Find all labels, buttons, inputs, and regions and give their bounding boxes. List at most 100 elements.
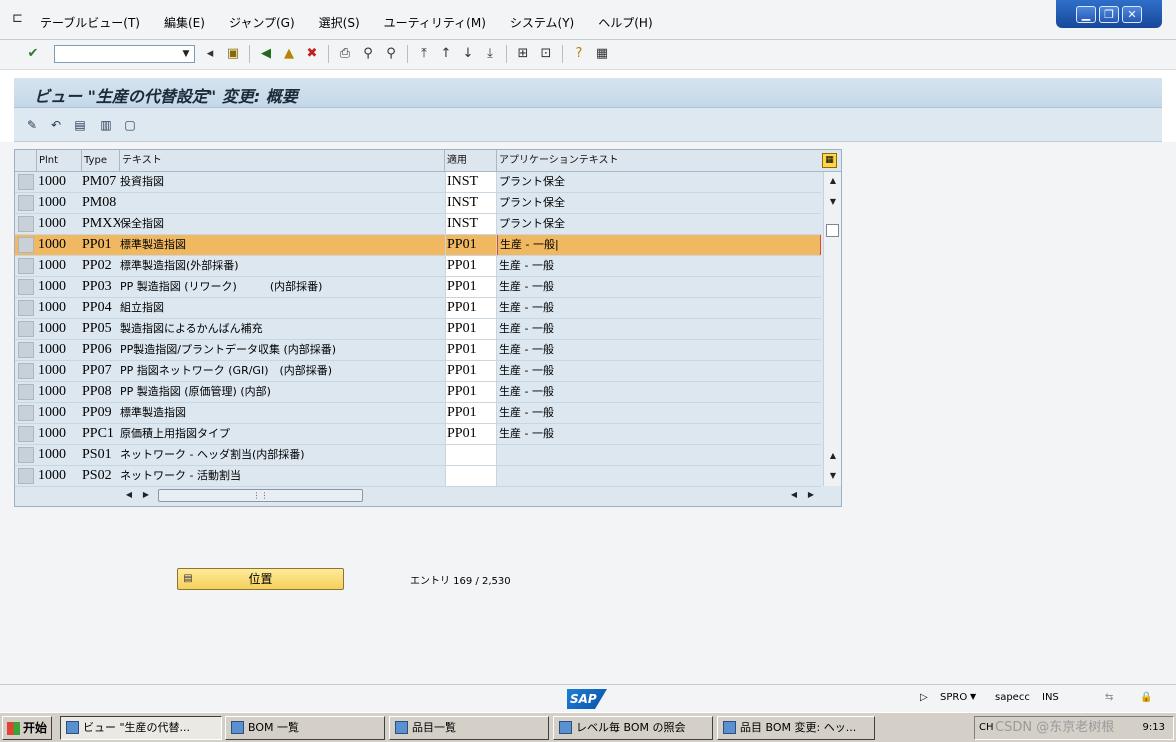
row-selector[interactable] <box>18 216 34 232</box>
start-button[interactable]: 开始 <box>2 716 52 740</box>
create-session-icon[interactable]: ⊞ <box>514 45 532 63</box>
display-change-icon[interactable]: ✎ <box>24 117 40 133</box>
menu-system[interactable]: システム(Y) <box>510 14 574 31</box>
row-selector[interactable] <box>18 258 34 274</box>
scroll-left-icon[interactable]: ◀ <box>123 489 135 501</box>
undo-icon[interactable]: ↶ <box>48 117 64 133</box>
task-multilevel-bom[interactable]: レベル毎 BOM の照会 <box>553 716 713 740</box>
menu-select[interactable]: 選択(S) <box>319 14 360 31</box>
table-row[interactable]: 1000 PP07 PP 指図ネットワーク (GR/GI) (内部採番) PP01 生産… <box>15 361 821 382</box>
cancel-icon[interactable]: ✖ <box>303 45 321 63</box>
table-settings-icon[interactable]: ▦ <box>822 153 837 168</box>
cell-application[interactable]: PP01 <box>445 361 497 381</box>
select-all-header[interactable] <box>15 150 37 172</box>
customize-layout-icon[interactable]: ▦ <box>593 45 611 63</box>
row-selector[interactable] <box>18 405 34 421</box>
menu-utilities[interactable]: ユーティリティ(M) <box>384 14 486 31</box>
task-view-change[interactable]: ビュー "生産の代替... <box>60 716 222 740</box>
position-button[interactable]: ▤ 位置 <box>177 568 344 590</box>
cell-application[interactable]: PP01 <box>445 382 497 402</box>
status-expand-icon[interactable]: ▷ <box>920 692 928 703</box>
cell-application[interactable]: PP01 <box>445 235 497 255</box>
header-type[interactable]: Type <box>82 150 120 172</box>
task-material-bom-change[interactable]: 品目 BOM 変更: ヘッ... <box>717 716 875 740</box>
scroll-thumb[interactable] <box>826 224 839 237</box>
table-row[interactable]: 1000 PP01 標準製造指図 PP01 生産 - 一般| <box>15 235 821 256</box>
table-row[interactable]: 1000 PP04 組立指図 PP01 生産 - 一般 <box>15 298 821 319</box>
last-page-icon[interactable]: ⤓ <box>481 45 499 63</box>
scroll-up-icon[interactable]: ▲ <box>827 175 839 187</box>
deselect-all-icon[interactable]: ▢ <box>122 117 138 133</box>
row-selector[interactable] <box>18 321 34 337</box>
table-row[interactable]: 1000 PS02 ネットワーク - 活動割当 <box>15 466 821 487</box>
chevron-down-icon[interactable]: ▼ <box>180 48 192 60</box>
find-next-icon[interactable]: ⚲ <box>382 45 400 63</box>
row-selector[interactable] <box>18 447 34 463</box>
cell-application[interactable] <box>445 466 497 486</box>
scroll-down-icon[interactable]: ▼ <box>827 196 839 208</box>
row-selector[interactable] <box>18 195 34 211</box>
find-icon[interactable]: ⚲ <box>359 45 377 63</box>
row-selector[interactable] <box>18 384 34 400</box>
table-row[interactable]: 1000 PMXX 保全指図 INST プラント保全 <box>15 214 821 235</box>
task-material-list[interactable]: 品目一覧 <box>389 716 549 740</box>
collapse-left-icon[interactable]: ◂ <box>201 45 219 63</box>
menu-table-view[interactable]: テーブルビュー(T) <box>40 14 140 31</box>
cell-application[interactable]: INST <box>445 214 497 234</box>
shortcut-icon[interactable]: ⊡ <box>537 45 555 63</box>
previous-page-icon[interactable]: ↑ <box>437 45 455 63</box>
table-row[interactable]: 1000 PM08 INST プラント保全 <box>15 193 821 214</box>
scroll-thumb[interactable]: ⋮⋮ <box>158 489 363 502</box>
row-selector[interactable] <box>18 468 34 484</box>
header-text[interactable]: テキスト <box>120 150 445 172</box>
status-mode[interactable]: INS <box>1042 692 1059 703</box>
task-bom-list[interactable]: BOM 一覧 <box>225 716 385 740</box>
table-row[interactable]: 1000 PP02 標準製造指図(外部採番) PP01 生産 - 一般 <box>15 256 821 277</box>
select-block-icon[interactable]: ▥ <box>98 117 114 133</box>
row-selector[interactable] <box>18 426 34 442</box>
table-row[interactable]: 1000 PP03 PP 製造指図 (リワーク) (内部採番) PP01 生産 - 一般 <box>15 277 821 298</box>
select-all-icon[interactable]: ▤ <box>72 117 88 133</box>
next-page-icon[interactable]: ↓ <box>459 45 477 63</box>
row-selector[interactable] <box>18 237 34 253</box>
print-icon[interactable]: ⎙ <box>336 45 354 63</box>
lock-icon[interactable]: 🔒 <box>1140 692 1152 703</box>
row-selector[interactable] <box>18 300 34 316</box>
page-down-icon[interactable]: ▼ <box>827 470 839 482</box>
cell-application[interactable]: PP01 <box>445 340 497 360</box>
header-plant[interactable]: Plnt <box>37 150 82 172</box>
cell-application[interactable]: PP01 <box>445 403 497 423</box>
cell-application[interactable]: PP01 <box>445 277 497 297</box>
cell-application[interactable]: PP01 <box>445 319 497 339</box>
back-icon[interactable]: ◀ <box>257 45 275 63</box>
cell-application[interactable]: PP01 <box>445 298 497 318</box>
minimize-button[interactable]: ▁ <box>1076 5 1096 23</box>
row-selector[interactable] <box>18 342 34 358</box>
table-row[interactable]: 1000 PP06 PP製造指図/プラントデータ収集 (内部採番) PP01 生産 - … <box>15 340 821 361</box>
table-row[interactable]: 1000 PP09 標準製造指図 PP01 生産 - 一般 <box>15 403 821 424</box>
first-page-icon[interactable]: ⤒ <box>415 45 433 63</box>
save-icon[interactable]: ▣ <box>224 45 242 63</box>
system-menu-icon[interactable]: ⊏ <box>12 12 26 26</box>
scroll-right-icon[interactable]: ▶ <box>805 489 817 501</box>
chevron-down-icon[interactable]: ▼ <box>970 692 976 701</box>
cell-application[interactable]: INST <box>445 193 497 213</box>
header-app-text[interactable]: アプリケーションテキスト <box>497 150 822 172</box>
table-row[interactable]: 1000 PP08 PP 製造指図 (原価管理) (内部) PP01 生産 - 一般 <box>15 382 821 403</box>
language-indicator[interactable]: CH <box>979 717 994 739</box>
row-selector[interactable] <box>18 279 34 295</box>
help-icon[interactable]: ? <box>570 45 588 63</box>
close-button[interactable]: ✕ <box>1122 5 1142 23</box>
row-selector[interactable] <box>18 174 34 190</box>
table-row[interactable]: 1000 PS01 ネットワーク - ヘッダ割当(内部採番) <box>15 445 821 466</box>
cell-application[interactable]: PP01 <box>445 256 497 276</box>
menu-help[interactable]: ヘルプ(H) <box>598 14 652 31</box>
exit-icon[interactable]: ▲ <box>280 45 298 63</box>
horizontal-scrollbar[interactable]: ◀ ▶ ⋮⋮ ◀ ▶ <box>120 487 820 503</box>
scroll-right-icon[interactable]: ▶ <box>140 489 152 501</box>
menu-goto[interactable]: ジャンプ(G) <box>229 14 295 31</box>
cell-application[interactable]: PP01 <box>445 424 497 444</box>
page-up-icon[interactable]: ▲ <box>827 450 839 462</box>
cell-application[interactable] <box>445 445 497 465</box>
cell-application[interactable]: INST <box>445 172 497 192</box>
